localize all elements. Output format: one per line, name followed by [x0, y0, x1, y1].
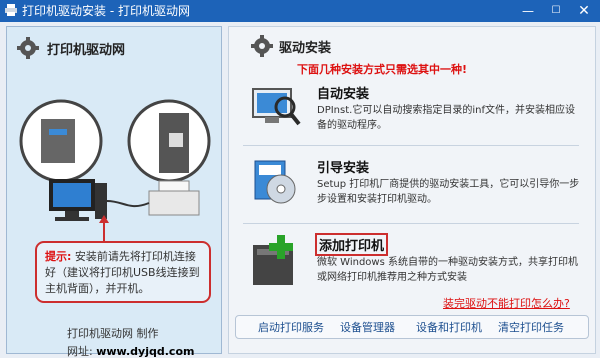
- guided-install-desc: Setup 打印机厂商提供的驱动安装工具，它可以引导你一步步设置和安装打印机驱动…: [317, 179, 580, 205]
- url-label: 网址:: [67, 345, 93, 358]
- gear-icon: [251, 35, 273, 57]
- add-printer-desc: 微软 Windows 系统自带的一种驱动安装方式，共享打印机或网络打印机推荐用之…: [317, 257, 578, 283]
- guided-install-title[interactable]: 引导安装: [317, 157, 369, 176]
- printer-app-icon: [5, 4, 17, 16]
- bottom-links-bar: 启动打印服务 设备管理器 设备和打印机 清空打印任务: [235, 315, 589, 339]
- close-button[interactable]: ✕: [570, 0, 598, 22]
- credit-text: 打印机驱动网 制作: [67, 327, 159, 340]
- add-printer-option[interactable]: 添加打印机 微软 Windows 系统自带的一种驱动安装方式，共享打印机或网络打…: [243, 231, 583, 293]
- left-panel-title: 打印机驱动网: [47, 43, 126, 58]
- magnifier-monitor-icon: [252, 88, 301, 126]
- separator: [243, 145, 579, 146]
- minimize-button[interactable]: —: [514, 0, 542, 22]
- devices-and-printers-link[interactable]: 设备和打印机: [416, 319, 482, 335]
- right-panel-title: 驱动安装: [279, 41, 332, 56]
- setup-cd-icon: [254, 160, 296, 204]
- hint-box: 提示: 安装前请先将打印机连接好（建议将打印机USB线连接到主机背面），并开机。: [35, 241, 211, 303]
- start-print-service-link[interactable]: 启动打印服务: [258, 319, 324, 335]
- auto-install-option[interactable]: 自动安装 DPInst.它可以自动搜索指定目录的inf文件，并安装相应设备的驱动…: [243, 79, 583, 141]
- left-panel: 打印机驱动网 提示: 安装前请先将打印机连接好（建议将打印机USB线连接到主机背…: [6, 26, 222, 358]
- hint-label: 提示:: [45, 250, 72, 263]
- auto-install-desc: DPInst.它可以自动搜索指定目录的inf文件，并安装相应设备的驱动程序。: [317, 105, 575, 131]
- right-panel: 驱动安装 下面几种安装方式只需选其中一种! 自动安装 DPInst.它可以自动搜…: [228, 26, 596, 354]
- auto-install-title[interactable]: 自动安装: [317, 83, 369, 102]
- device-manager-link[interactable]: 设备管理器: [340, 319, 395, 335]
- maximize-button[interactable]: ☐: [542, 0, 570, 22]
- guided-install-option[interactable]: 引导安装 Setup 打印机厂商提供的驱动安装工具，它可以引导你一步步设置和安装…: [243, 153, 583, 215]
- main-client-area: 打印机驱动网 提示: 安装前请先将打印机连接好（建议将打印机USB线连接到主机背…: [0, 22, 600, 358]
- title-bar: 打印机驱动安装 - 打印机驱动网 — ☐ ✕: [0, 0, 600, 22]
- add-printer-title[interactable]: 添加打印机: [315, 233, 389, 256]
- arrow-up-icon: [99, 215, 109, 243]
- help-link[interactable]: 装完驱动不能打印怎么办?: [443, 295, 570, 311]
- separator: [243, 223, 579, 224]
- website-line: 网址: www.dyjqd.com: [67, 343, 194, 359]
- printer-connection-illustration: [19, 99, 211, 221]
- add-printer-icon: [253, 235, 293, 285]
- window-title: 打印机驱动安装 - 打印机驱动网: [22, 4, 190, 18]
- clear-print-jobs-link[interactable]: 清空打印任务: [498, 319, 564, 335]
- warning-text: 下面几种安装方式只需选其中一种!: [297, 63, 468, 76]
- gear-icon: [17, 37, 39, 59]
- website-url[interactable]: www.dyjqd.com: [96, 345, 194, 358]
